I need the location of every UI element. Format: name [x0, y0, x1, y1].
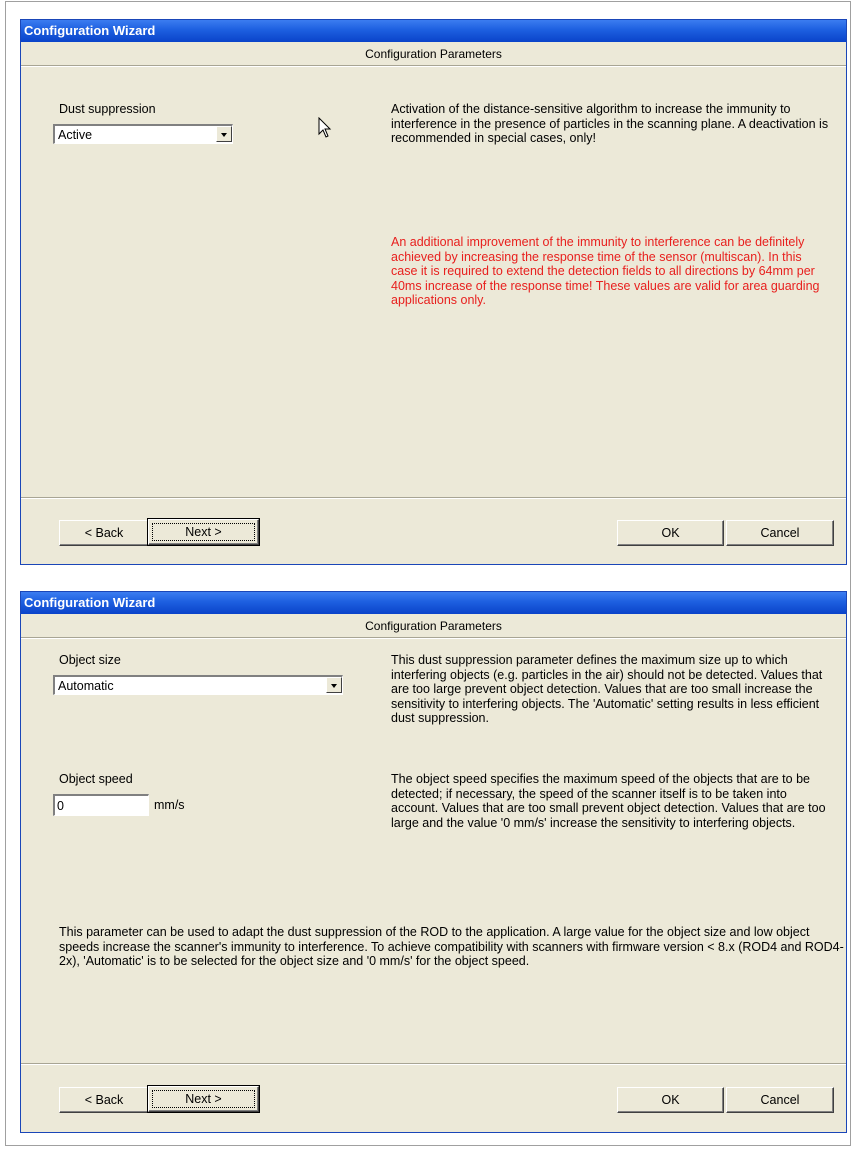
ok-button[interactable]: OK: [617, 1087, 724, 1113]
warning-text: An additional improvement of the immunit…: [391, 235, 820, 307]
window-title: Configuration Wizard: [21, 592, 846, 614]
configuration-wizard-dialog-dust-suppression: Configuration Wizard Configuration Param…: [20, 19, 847, 565]
next-button[interactable]: Next >: [147, 1085, 260, 1113]
object-speed-input[interactable]: [53, 794, 149, 816]
object-speed-description: The object speed specifies the maximum s…: [391, 772, 826, 830]
dust-suppression-note: This parameter can be used to adapt the …: [59, 925, 844, 968]
cancel-button[interactable]: Cancel: [726, 520, 834, 546]
back-button[interactable]: < Back: [59, 520, 149, 546]
cancel-button[interactable]: Cancel: [726, 1087, 834, 1113]
object-speed-label: Object speed: [59, 772, 133, 786]
chevron-down-icon[interactable]: [216, 126, 232, 142]
dust-suppression-label: Dust suppression: [59, 102, 156, 116]
configuration-wizard-dialog-object-params: Configuration Wizard Configuration Param…: [20, 591, 847, 1133]
chevron-down-icon[interactable]: [326, 677, 342, 693]
dust-suppression-description: Activation of the distance-sensitive alg…: [391, 102, 829, 145]
object-size-description: This dust suppression parameter defines …: [391, 653, 823, 725]
object-speed-unit: mm/s: [154, 798, 185, 812]
object-size-dropdown[interactable]: Automatic: [53, 675, 343, 695]
arrow-cursor-icon: [318, 117, 332, 138]
back-button[interactable]: < Back: [59, 1087, 149, 1113]
dust-suppression-dropdown[interactable]: Active: [53, 124, 233, 144]
ok-button[interactable]: OK: [617, 520, 724, 546]
object-size-value: Automatic: [58, 679, 114, 693]
section-header: Configuration Parameters: [21, 43, 846, 67]
dust-suppression-value: Active: [58, 128, 93, 142]
section-header: Configuration Parameters: [21, 615, 846, 639]
object-size-label: Object size: [59, 653, 121, 667]
next-button[interactable]: Next >: [147, 518, 260, 546]
footer-divider: [21, 497, 846, 499]
footer-divider: [21, 1063, 846, 1065]
window-title: Configuration Wizard: [21, 20, 846, 42]
